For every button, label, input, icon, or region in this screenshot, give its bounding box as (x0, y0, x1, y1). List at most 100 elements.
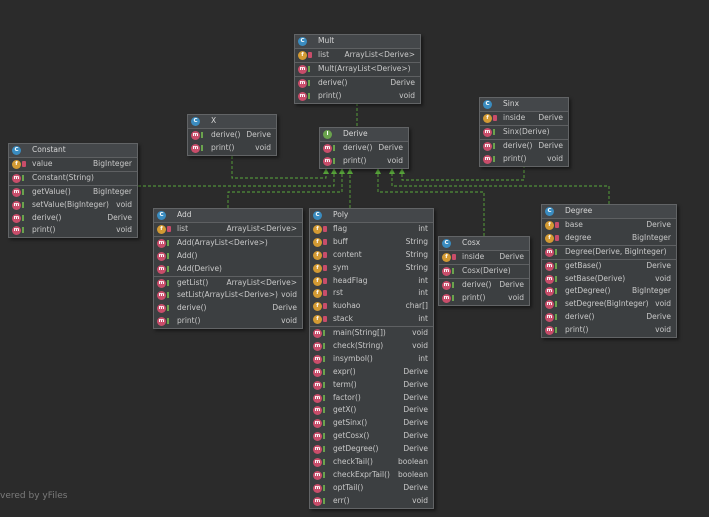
field-row[interactable]: f headFlag int (310, 275, 433, 288)
method-row[interactable]: m getSinx() Derive (310, 417, 433, 430)
method-icon: m (298, 78, 307, 88)
method-row[interactable]: m checkExprTail() boolean (310, 469, 433, 482)
field-row[interactable]: f degree BigInteger (542, 232, 676, 245)
ctor-row[interactable]: m Sinx(Derive) (480, 126, 568, 139)
ctor-row[interactable]: m Constant(String) (9, 172, 137, 185)
method-row[interactable]: m derive() Derive (154, 302, 302, 315)
method-row[interactable]: m derive() Derive (295, 77, 420, 90)
field-row[interactable]: f list ArrayList<Derive> (154, 223, 302, 236)
member-type: BigInteger (632, 232, 671, 242)
member-type: Derive (272, 303, 297, 313)
public-icon (308, 79, 313, 86)
method-row[interactable]: m setValue(BigInteger) void (9, 199, 137, 212)
method-row[interactable]: m getDegree() BigInteger (542, 285, 676, 298)
member-type: String (405, 262, 428, 272)
method-row[interactable]: m getValue() BigInteger (9, 186, 137, 199)
method-row[interactable]: m getBase() Derive (542, 260, 676, 273)
class-poly[interactable]: C Poly f flag int f buff String f content String f s… (309, 208, 434, 509)
method-row[interactable]: m print() void (542, 324, 676, 337)
method-row[interactable]: m term() Derive (310, 379, 433, 392)
class-derive[interactable]: I Derive m derive() Derive m print() void (319, 127, 409, 169)
method-row[interactable]: m print() void (9, 224, 137, 237)
method-row[interactable]: m getList() ArrayList<Derive> (154, 277, 302, 290)
method-row[interactable]: m print() void (320, 155, 408, 168)
ctor-row[interactable]: m Cosx(Derive) (439, 265, 529, 278)
member-name: setValue(BigInteger) (32, 199, 109, 209)
member-type: Derive (403, 379, 428, 389)
method-row[interactable]: m insymbol() int (310, 353, 433, 366)
private-lock-icon (452, 254, 456, 260)
edge-cosx-arrowhead (375, 168, 381, 174)
method-row[interactable]: m print() void (188, 142, 276, 155)
field-row[interactable]: f base Derive (542, 219, 676, 232)
ctor-row[interactable]: m Add(ArrayList<Derive>) (154, 237, 302, 250)
ctor-row[interactable]: m Degree(Derive, BigInteger) (542, 246, 676, 259)
method-row[interactable]: m derive() Derive (480, 140, 568, 153)
public-icon (323, 407, 328, 414)
private-lock-icon (323, 238, 327, 245)
method-row[interactable]: m main(String[]) void (310, 327, 433, 340)
class-sinx[interactable]: C Sinx f inside Derive m Sinx(Derive) m derive()… (479, 97, 569, 167)
field-row[interactable]: f buff String (310, 236, 433, 249)
method-row[interactable]: m optTail() Derive (310, 482, 433, 495)
ctor-row[interactable]: m Add() (154, 250, 302, 263)
method-row[interactable]: m print() void (295, 90, 420, 103)
public-icon (323, 343, 328, 350)
method-row[interactable]: m err() void (310, 495, 433, 508)
member-name: derive() (343, 143, 373, 152)
member-name: checkExprTail() (333, 469, 390, 479)
method-row[interactable]: m derive() Derive (188, 129, 276, 142)
class-mult[interactable]: C Mult f list ArrayList<Derive> m Mult(ArrayLi… (294, 34, 421, 104)
method-row[interactable]: m derive() Derive (320, 142, 408, 155)
method-row[interactable]: m setBase(Derive) void (542, 273, 676, 286)
member-type: boolean (398, 457, 428, 467)
public-icon (201, 144, 206, 151)
method-row[interactable]: m factor() Derive (310, 392, 433, 405)
edge-sinx (401, 165, 525, 181)
method-row[interactable]: m print() void (480, 153, 568, 166)
ctor-row[interactable]: m Add(Derive) (154, 263, 302, 276)
method-row[interactable]: m setDegree(BigInteger) void (542, 298, 676, 311)
field-row[interactable]: f inside Derive (480, 112, 568, 125)
class-degree[interactable]: C Degree f base Derive f degree BigInteger m Degr… (541, 204, 677, 339)
class-add[interactable]: C Add f list ArrayList<Derive> m Add(ArrayList… (153, 208, 303, 330)
method-icon: m (313, 445, 322, 455)
fields-section: f list ArrayList<Derive> (295, 49, 420, 63)
method-row[interactable]: m expr() Derive (310, 366, 433, 379)
field-row[interactable]: f inside Derive (439, 251, 529, 264)
ctor-row[interactable]: m Mult(ArrayList<Derive>) (295, 63, 420, 76)
method-row[interactable]: m print() void (154, 315, 302, 328)
field-row[interactable]: f kuohao char[] (310, 300, 433, 313)
method-row[interactable]: m checkTail() boolean (310, 456, 433, 469)
public-icon (555, 288, 560, 295)
field-row[interactable]: f sym String (310, 262, 433, 275)
field-row[interactable]: f list ArrayList<Derive> (295, 49, 420, 62)
method-row[interactable]: m getDegree() Derive (310, 443, 433, 456)
method-row[interactable]: m getCosx() Derive (310, 430, 433, 443)
field-row[interactable]: f flag int (310, 223, 433, 236)
method-row[interactable]: m derive() Derive (9, 212, 137, 225)
member-type: Derive (538, 113, 563, 122)
public-icon (201, 132, 206, 138)
class-cosx[interactable]: C Cosx f inside Derive m Cosx(Derive) m derive()… (438, 236, 530, 306)
method-row[interactable]: m check(String) void (310, 340, 433, 353)
field-row[interactable]: f content String (310, 249, 433, 262)
field-row[interactable]: f stack int (310, 313, 433, 326)
field-row[interactable]: f rst int (310, 287, 433, 300)
field-icon: f (313, 289, 322, 299)
method-row[interactable]: m setList(ArrayList<Derive>) void (154, 289, 302, 302)
public-icon (167, 239, 172, 246)
fields-section: f base Derive f degree BigInteger (542, 219, 676, 246)
class-icon: C (12, 146, 21, 155)
class-x[interactable]: C Xm derive() Derive m print() void (187, 114, 277, 156)
public-icon (452, 281, 457, 288)
method-row[interactable]: m getX() Derive (310, 404, 433, 417)
class-name: Mult (318, 36, 335, 45)
class-header: C Add (154, 209, 302, 223)
method-row[interactable]: m derive() Derive (542, 311, 676, 324)
method-row[interactable]: m print() void (439, 292, 529, 305)
method-row[interactable]: m derive() Derive (439, 279, 529, 292)
field-row[interactable]: f value BigInteger (9, 158, 137, 171)
public-icon (555, 275, 560, 282)
class-constant[interactable]: C Constant f value BigInteger m Constant(Strin… (8, 143, 138, 239)
